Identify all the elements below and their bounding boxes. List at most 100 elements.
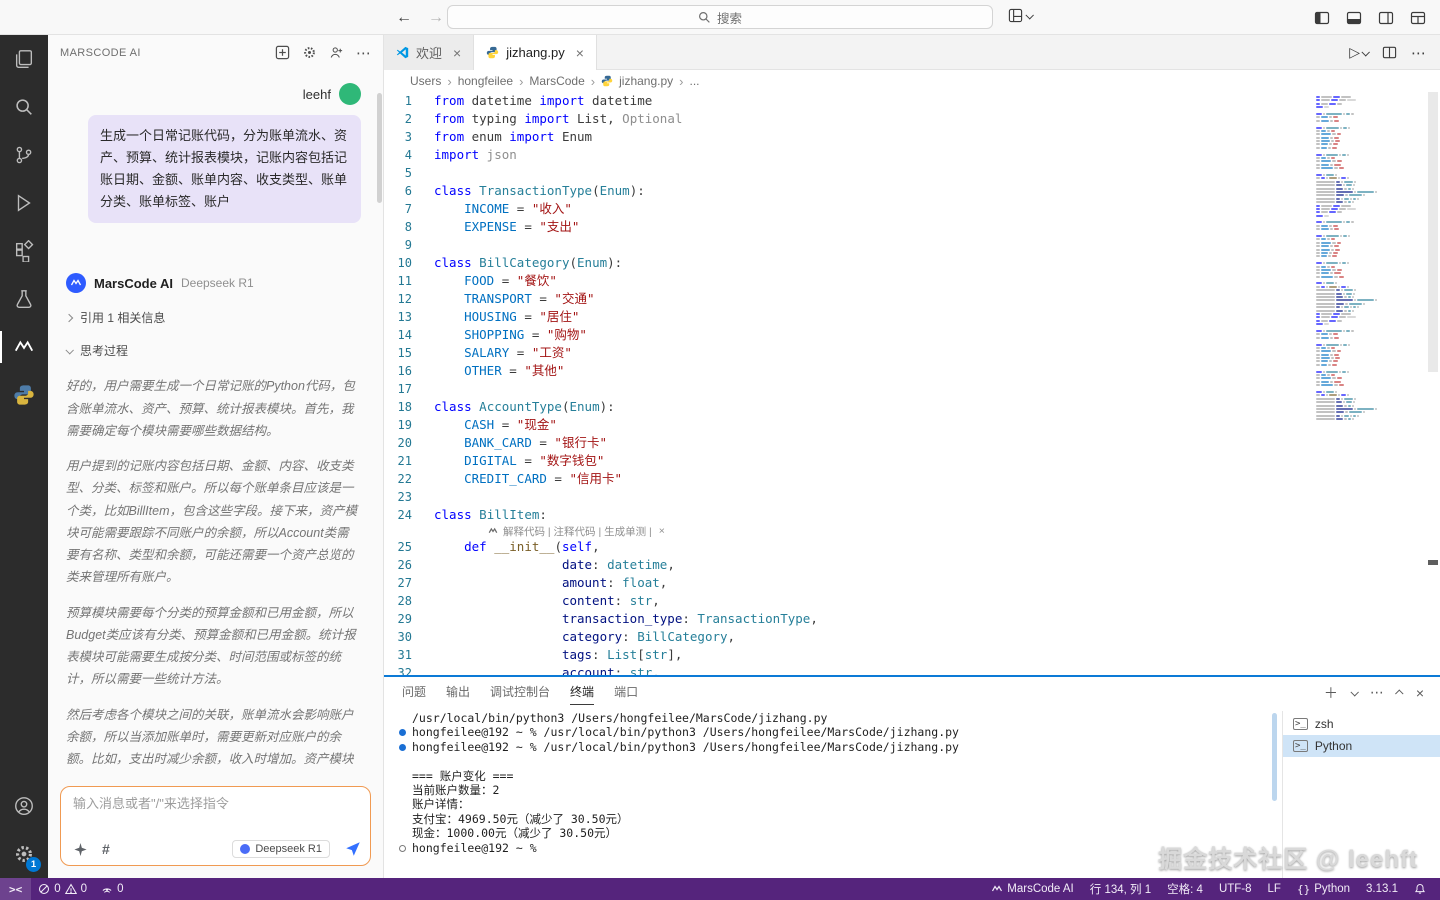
send-icon[interactable] (344, 840, 362, 858)
breadcrumb-item[interactable]: ... (690, 74, 700, 88)
extensions-icon[interactable] (0, 227, 48, 275)
account-icon[interactable] (0, 782, 48, 830)
split-editor-icon[interactable] (1382, 45, 1397, 60)
breadcrumb-item[interactable]: MarsCode (529, 74, 584, 88)
breadcrumb-item[interactable]: Users (410, 74, 441, 88)
search-icon (698, 11, 711, 24)
code-line: 7 INCOME = "收入" (384, 200, 1300, 218)
customize-layout-icon[interactable] (1410, 10, 1426, 26)
cursor-position[interactable]: 行 134, 列 1 (1082, 878, 1159, 900)
problems-status[interactable]: 0 0 (31, 878, 94, 900)
chat-input-box[interactable]: # Deepseek R1 (60, 786, 371, 866)
marscode-status[interactable]: MarsCode AI (983, 878, 1081, 900)
marscode-logo-icon (488, 526, 498, 536)
sidebar-scrollbar[interactable] (377, 93, 382, 203)
thinking-paragraph: 然后考虑各个模块之间的关联，账单流水会影响账户余额，所以当添加账单时，需要更新对… (66, 704, 361, 774)
close-tab-icon[interactable]: × (453, 45, 461, 61)
breadcrumb-item[interactable]: jizhang.py (619, 74, 673, 88)
code-line: 21 DIGITAL = "数字钱包" (384, 452, 1300, 470)
layout-control-dropdown[interactable] (1008, 8, 1032, 23)
model-selector[interactable]: Deepseek R1 (232, 840, 330, 858)
panel-more-icon[interactable]: ⋯ (1370, 684, 1384, 701)
context-hash-icon[interactable]: # (102, 841, 110, 857)
code-line: 3from enum import Enum (384, 128, 1300, 146)
nav-forward-icon[interactable]: → (428, 9, 444, 27)
command-center-search[interactable]: 搜索 (447, 5, 993, 29)
maximize-panel-icon[interactable] (1395, 689, 1403, 697)
tab-jizhang-py[interactable]: jizhang.py × (474, 35, 597, 70)
panel-tab-ports[interactable]: 端口 (614, 677, 638, 708)
inline-hint-close-icon[interactable]: × (659, 525, 665, 537)
run-python-file-button[interactable]: ▷ (1349, 44, 1368, 61)
remote-indicator[interactable]: >< (0, 878, 31, 900)
language-mode[interactable]: {}Python (1289, 878, 1358, 900)
thinking-paragraph: 预算模块需要每个分类的预算金额和已用金额，所以Budget类应该有分类、预算金额… (66, 602, 361, 691)
terminal-line: 支付宝：4969.50元（减少了 30.50元） (398, 812, 1270, 826)
terminal-scrollbar[interactable] (1272, 713, 1277, 801)
thinking-paragraph: 好的，用户需要生成一个日常记账的Python代码，包含账单流水、资产、预算、统计… (66, 375, 361, 442)
editor-scrollbar[interactable] (1426, 92, 1440, 675)
new-chat-icon[interactable] (275, 45, 290, 60)
code-line: 16 OTHER = "其他" (384, 362, 1300, 380)
toggle-panel-icon[interactable] (1346, 10, 1362, 26)
encoding[interactable]: UTF-8 (1211, 878, 1260, 900)
minimap[interactable] (1310, 92, 1424, 675)
toggle-sidebar-right-icon[interactable] (1378, 10, 1394, 26)
notifications-bell[interactable] (1406, 878, 1434, 900)
settings-gear-icon[interactable]: 1 (0, 830, 48, 878)
code-line: 28 content: str, (384, 592, 1300, 610)
toggle-sidebar-left-icon[interactable] (1314, 10, 1330, 26)
explorer-icon[interactable] (0, 35, 48, 83)
python-file-icon (486, 46, 499, 59)
panel-tab-output[interactable]: 输出 (446, 677, 470, 708)
profile-icon[interactable] (329, 45, 344, 60)
more-icon[interactable]: ⋯ (356, 44, 371, 62)
python-version[interactable]: 3.13.1 (1358, 878, 1406, 900)
marscode-activity-icon[interactable] (0, 323, 48, 371)
code-line: 32 account: str, (384, 664, 1300, 675)
terminal-list-item-zsh[interactable]: >_zsh (1283, 713, 1440, 735)
breadcrumb-item[interactable]: hongfeilee (458, 74, 513, 88)
source-control-icon[interactable] (0, 131, 48, 179)
new-terminal-icon[interactable]: ＋ (1324, 683, 1338, 703)
editor-more-icon[interactable]: ⋯ (1411, 44, 1426, 62)
code-line: 10class BillCategory(Enum): (384, 254, 1300, 272)
tab-welcome[interactable]: 欢迎 × (384, 35, 474, 70)
reference-toggle[interactable]: 引用 1 相关信息 (66, 309, 361, 326)
code-line: 4import json (384, 146, 1300, 164)
inline-ai-actions[interactable]: 解释代码 | 注释代码 | 生成单测 | × (384, 524, 1300, 538)
chat-history: leehf 生成一个日常记账代码，分为账单流水、资产、预算、统计报表模块，记账内… (48, 75, 377, 774)
chat-settings-icon[interactable] (302, 45, 317, 60)
ports-status[interactable]: 0 (94, 878, 130, 900)
warning-icon (65, 883, 77, 895)
run-debug-icon[interactable] (0, 179, 48, 227)
code-line: 13 HOUSING = "居住" (384, 308, 1300, 326)
testing-icon[interactable] (0, 275, 48, 323)
code-line: 1from datetime import datetime (384, 92, 1300, 110)
indentation[interactable]: 空格: 4 (1159, 878, 1211, 900)
marscode-logo-icon (66, 273, 86, 293)
nav-back-icon[interactable]: ← (396, 9, 412, 27)
user-name: leehf (303, 87, 331, 102)
ports-icon (101, 883, 113, 895)
commands-icon[interactable] (73, 842, 88, 857)
close-panel-icon[interactable]: × (1416, 685, 1424, 701)
terminal-output[interactable]: /usr/local/bin/python3 /Users/hongfeilee… (384, 711, 1270, 878)
terminal-list-item-python[interactable]: >_Python (1283, 735, 1440, 757)
thinking-toggle[interactable]: 思考过程 (66, 342, 361, 359)
terminal-profile-dropdown-icon[interactable] (1350, 688, 1358, 696)
code-editor[interactable]: 1from datetime import datetime2from typi… (384, 92, 1440, 675)
braces-icon: {} (1297, 883, 1310, 896)
panel-tab-terminal[interactable]: 终端 (570, 677, 594, 708)
close-tab-icon[interactable]: × (576, 45, 584, 61)
panel-tab-problems[interactable]: 问题 (402, 677, 426, 708)
error-icon (38, 883, 50, 895)
panel-tab-debug-console[interactable]: 调试控制台 (490, 677, 550, 708)
eol[interactable]: LF (1260, 878, 1289, 900)
terminal-line: === 账户变化 === (398, 769, 1270, 783)
chat-input[interactable] (73, 796, 358, 811)
python-activity-icon[interactable] (0, 371, 48, 419)
watermark: 掘金技术社区 @ leehft (1158, 839, 1418, 874)
search-activity-icon[interactable] (0, 83, 48, 131)
code-line: 6class TransactionType(Enum): (384, 182, 1300, 200)
